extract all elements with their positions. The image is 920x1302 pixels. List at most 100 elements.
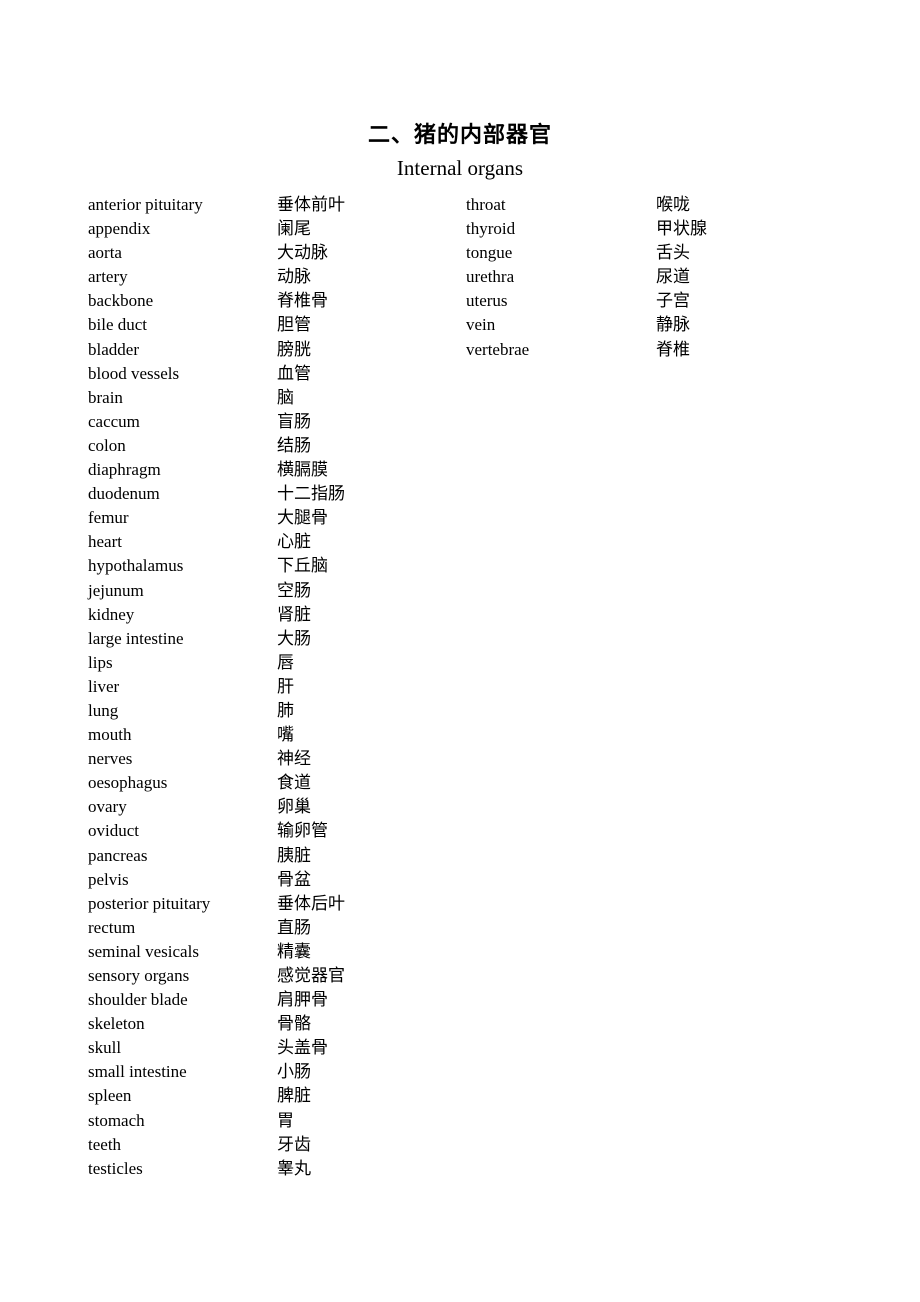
english-term: tongue <box>466 243 513 263</box>
english-term: hypothalamus <box>88 556 184 576</box>
chinese-term: 垂体前叶 <box>277 195 345 214</box>
chinese-term: 胃 <box>277 1110 294 1130</box>
english-term: brain <box>88 387 123 407</box>
vocabulary-entry: duodenum 十二指肠 <box>88 482 448 506</box>
vocabulary-entry: caccum 盲肠 <box>88 410 448 434</box>
chinese-term: 嘴 <box>277 725 294 745</box>
vocabulary-entry: tongue 舌头 <box>466 241 826 265</box>
english-term: urethra <box>466 267 515 287</box>
vocabulary-entry: femur 大腿骨 <box>88 506 448 530</box>
english-term: teeth <box>88 1134 122 1154</box>
chinese-term: 胆管 <box>277 315 311 335</box>
chinese-term: 喉咙 <box>656 195 690 214</box>
chinese-term: 骨盆 <box>277 869 311 889</box>
chinese-term: 大腿骨 <box>277 508 328 528</box>
english-term: oesophagus <box>88 773 168 793</box>
english-term: artery <box>88 267 128 287</box>
english-term: shoulder blade <box>88 990 188 1010</box>
english-term: pelvis <box>88 869 129 889</box>
section-title-chinese: 二、猪的内部器官 <box>367 122 552 147</box>
vocabulary-entry: lung 肺 <box>88 699 448 723</box>
english-term: lips <box>88 652 113 672</box>
chinese-term: 横膈膜 <box>277 460 328 480</box>
chinese-term: 十二指肠 <box>277 484 345 504</box>
english-term: oviduct <box>88 821 139 841</box>
chinese-term: 血管 <box>277 363 311 383</box>
english-term: thyroid <box>466 219 516 239</box>
vocabulary-entry: oviduct 输卵管 <box>88 819 448 843</box>
vocabulary-entry: diaphragm 横膈膜 <box>88 458 448 482</box>
english-term: skull <box>88 1038 122 1058</box>
english-term: caccum <box>88 411 140 431</box>
vocabulary-entry: vertebrae 脊椎 <box>466 338 826 362</box>
vocabulary-entry: anterior pituitary 垂体前叶 <box>88 193 448 217</box>
chinese-term: 骨骼 <box>277 1014 311 1034</box>
chinese-term: 大肠 <box>277 628 311 648</box>
vocabulary-entry: skeleton 骨骼 <box>88 1012 448 1036</box>
chinese-term: 子宫 <box>656 291 690 311</box>
english-term: throat <box>466 195 506 214</box>
chinese-term: 心脏 <box>277 532 311 552</box>
chinese-term: 结肠 <box>277 435 311 455</box>
chinese-term: 静脉 <box>656 315 690 335</box>
vocabulary-entry: thyroid 甲状腺 <box>466 217 826 241</box>
english-term: uterus <box>466 291 508 311</box>
english-term: seminal vesicals <box>88 941 199 961</box>
chinese-term: 神经 <box>277 749 311 769</box>
vocabulary-entry: artery 动脉 <box>88 265 448 289</box>
english-term: kidney <box>88 604 135 624</box>
chinese-term: 小肠 <box>277 1062 311 1082</box>
chinese-term: 卵巢 <box>277 797 311 817</box>
chinese-term: 感觉器官 <box>277 966 345 985</box>
vocabulary-entry: lips 唇 <box>88 651 448 675</box>
chinese-term: 唇 <box>277 652 294 672</box>
english-term: skeleton <box>88 1014 145 1034</box>
section-title-english: Internal organs <box>396 156 524 180</box>
vocabulary-entry: appendix 阑尾 <box>88 217 448 241</box>
english-term: nerves <box>88 749 133 769</box>
vocabulary-entry: heart 心脏 <box>88 530 448 554</box>
chinese-term: 头盖骨 <box>277 1038 328 1058</box>
chinese-term: 胰脏 <box>277 845 311 865</box>
english-term: vertebrae <box>466 339 530 359</box>
chinese-term: 尿道 <box>656 267 690 287</box>
chinese-term: 睾丸 <box>277 1158 311 1178</box>
chinese-term: 下丘脑 <box>277 556 328 576</box>
chinese-term: 精囊 <box>277 941 311 961</box>
vocabulary-entry: jejunum 空肠 <box>88 579 448 603</box>
vocabulary-entry: urethra 尿道 <box>466 265 826 289</box>
chinese-term: 脊椎 <box>656 339 690 359</box>
english-term: pancreas <box>88 845 148 865</box>
chinese-term: 动脉 <box>277 267 311 287</box>
vocabulary-column-right: throat 喉咙 thyroid 甲状腺 tongue 舌头 urethra 尿道 uteru… <box>466 193 826 362</box>
vocabulary-entry: shoulder blade 肩胛骨 <box>88 988 448 1012</box>
english-term: aorta <box>88 243 122 263</box>
vocabulary-entry: rectum 直肠 <box>88 916 448 940</box>
vocabulary-entry: nerves 神经 <box>88 747 448 771</box>
vocabulary-column-left: anterior pituitary 垂体前叶 appendix 阑尾 aorta 大动脉… <box>88 193 448 1181</box>
english-term: large intestine <box>88 628 184 648</box>
vocabulary-entry: pancreas 胰脏 <box>88 844 448 868</box>
vocabulary-entry: colon 结肠 <box>88 434 448 458</box>
chinese-term: 脾脏 <box>277 1086 311 1106</box>
vocabulary-entry: throat 喉咙 <box>466 193 826 217</box>
vocabulary-entry: uterus 子宫 <box>466 289 826 313</box>
english-term: colon <box>88 435 126 455</box>
chinese-term: 大动脉 <box>277 243 328 263</box>
english-term: femur <box>88 508 129 528</box>
english-term: blood vessels <box>88 363 180 383</box>
chinese-term: 舌头 <box>656 243 690 263</box>
vocabulary-entry: vein 静脉 <box>466 313 826 337</box>
vocabulary-entry: kidney 肾脏 <box>88 603 448 627</box>
vocabulary-entry: bile duct 胆管 <box>88 313 448 337</box>
vocabulary-entry: mouth 嘴 <box>88 723 448 747</box>
english-term: backbone <box>88 291 154 311</box>
chinese-term: 食道 <box>277 773 311 793</box>
vocabulary-entry: blood vessels 血管 <box>88 362 448 386</box>
vocabulary-entry: liver 肝 <box>88 675 448 699</box>
chinese-term: 甲状腺 <box>656 219 707 239</box>
chinese-term: 牙齿 <box>277 1134 311 1154</box>
chinese-term: 阑尾 <box>277 219 311 239</box>
chinese-term: 脊椎骨 <box>277 291 328 311</box>
english-term: lung <box>88 700 119 720</box>
